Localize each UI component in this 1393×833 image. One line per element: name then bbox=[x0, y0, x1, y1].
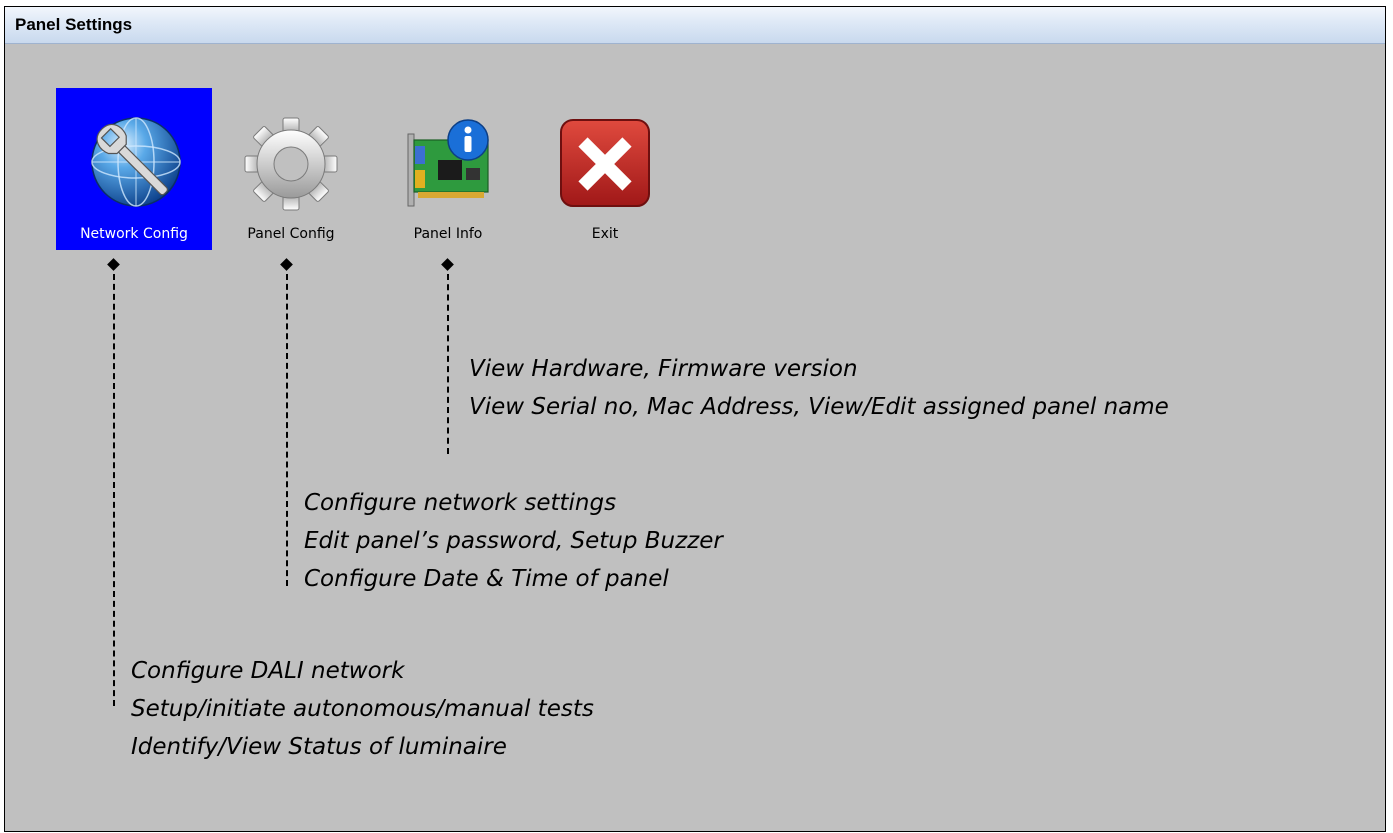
gear-icon bbox=[244, 117, 338, 211]
dashed-line bbox=[447, 274, 449, 454]
network-config-button[interactable]: Network Config bbox=[56, 88, 212, 250]
panel-info-button[interactable]: Panel Info bbox=[370, 88, 526, 250]
exit-icon bbox=[560, 119, 650, 207]
network-config-icon bbox=[91, 117, 181, 207]
connector-diamond bbox=[441, 258, 454, 271]
connector-diamond bbox=[107, 258, 120, 271]
description-line: View Serial no, Mac Address, View/Edit a… bbox=[469, 394, 1169, 420]
description-line: Configure DALI network bbox=[131, 658, 405, 684]
description-line: Setup/initiate autonomous/manual tests bbox=[131, 696, 594, 722]
connector-diamond bbox=[280, 258, 293, 271]
panel-config-button[interactable]: Panel Config bbox=[213, 88, 369, 250]
dashed-line bbox=[113, 274, 115, 706]
panel-info-label: Panel Info bbox=[413, 226, 483, 242]
panel-info-description: View Hardware, Firmware version View Ser… bbox=[469, 350, 1169, 426]
panel-config-description: Configure network settings Edit panel’s … bbox=[304, 484, 723, 598]
window-title: Panel Settings bbox=[15, 15, 133, 34]
dashed-line bbox=[286, 274, 288, 586]
exit-button[interactable]: Exit bbox=[527, 88, 683, 250]
panel-info-icon bbox=[407, 119, 489, 207]
title-bar: Panel Settings bbox=[5, 7, 1385, 44]
settings-panel: Network Config Panel Config Panel Info E… bbox=[6, 44, 1384, 819]
panel-config-label: Panel Config bbox=[247, 226, 335, 242]
description-line: Edit panel’s password, Setup Buzzer bbox=[304, 528, 723, 554]
network-config-description: Configure DALI network Setup/initiate au… bbox=[131, 652, 594, 766]
network-config-label: Network Config bbox=[80, 226, 188, 242]
description-line: Identify/View Status of luminaire bbox=[131, 734, 507, 760]
description-line: Configure network settings bbox=[304, 490, 617, 516]
exit-label: Exit bbox=[591, 226, 619, 242]
description-line: View Hardware, Firmware version bbox=[469, 356, 858, 382]
description-line: Configure Date & Time of panel bbox=[304, 566, 669, 592]
panel-settings-window: Panel Settings Network Config Panel Conf… bbox=[4, 6, 1386, 832]
